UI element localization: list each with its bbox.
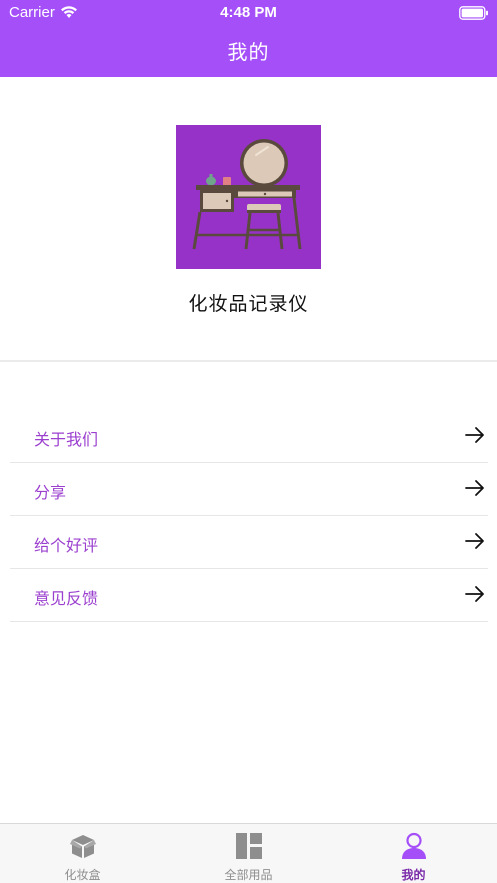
grid-icon bbox=[235, 832, 263, 864]
menu-item-label: 给个好评 bbox=[34, 536, 99, 555]
tab-makeup-box[interactable]: 化妆盒 bbox=[0, 824, 165, 883]
arrow-right-icon bbox=[465, 532, 485, 554]
tab-all-items[interactable]: 全部用品 bbox=[166, 824, 331, 883]
battery-icon bbox=[459, 5, 489, 24]
arrow-right-icon bbox=[465, 585, 485, 607]
screen: Carrier 4:48 PM 我的 化妆品记录仪 关于我们 分享 给个好评 意… bbox=[0, 0, 497, 883]
settings-menu: 关于我们 分享 给个好评 意见反馈 bbox=[10, 410, 488, 622]
header: Carrier 4:48 PM 我的 bbox=[0, 0, 497, 77]
tab-mine[interactable]: 我的 bbox=[331, 824, 496, 883]
menu-item-label: 分享 bbox=[34, 483, 67, 502]
page-title: 我的 bbox=[227, 40, 270, 64]
arrow-right-icon bbox=[465, 426, 485, 448]
status-bar: Carrier 4:48 PM bbox=[0, 0, 497, 26]
tab-label: 我的 bbox=[401, 868, 426, 882]
tab-label: 全部用品 bbox=[224, 868, 273, 882]
menu-item-label: 关于我们 bbox=[34, 430, 99, 449]
profile-section: 化妆品记录仪 bbox=[0, 77, 497, 362]
menu-item-feedback[interactable]: 意见反馈 bbox=[10, 569, 488, 622]
vanity-table-icon bbox=[176, 125, 321, 269]
tab-bar: 化妆盒 全部用品 我的 bbox=[0, 823, 497, 883]
app-name: 化妆品记录仪 bbox=[188, 293, 309, 315]
box-icon bbox=[69, 832, 97, 864]
menu-item-rate[interactable]: 给个好评 bbox=[10, 516, 488, 569]
clock-time: 4:48 PM bbox=[220, 4, 277, 21]
person-icon bbox=[400, 832, 428, 864]
menu-item-about[interactable]: 关于我们 bbox=[10, 410, 488, 463]
menu-item-label: 意见反馈 bbox=[34, 589, 99, 608]
arrow-right-icon bbox=[465, 479, 485, 501]
menu-item-share[interactable]: 分享 bbox=[10, 463, 488, 516]
tab-label: 化妆盒 bbox=[64, 868, 101, 882]
